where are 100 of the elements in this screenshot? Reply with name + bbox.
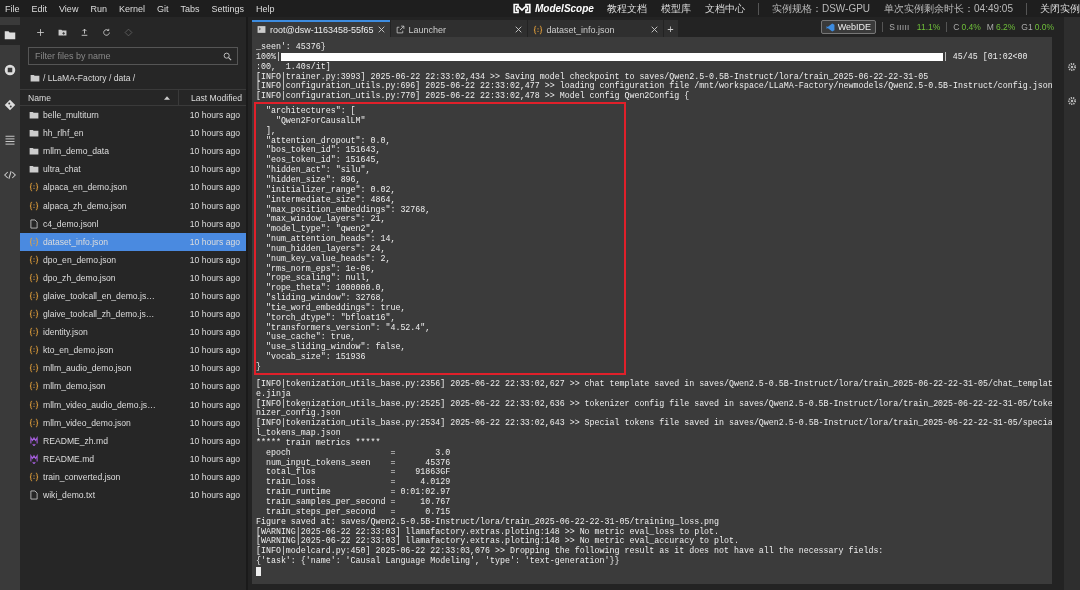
column-header[interactable]: Last Modified bbox=[190, 92, 242, 103]
breadcrumb[interactable]: / LLaMA-Factory / data / bbox=[43, 73, 136, 83]
brand-logo[interactable]: ModelScope bbox=[512, 3, 594, 14]
menu-item[interactable]: View bbox=[59, 3, 85, 14]
terminal-line: {'task': {'name': 'Causal Language Modeling', 'type': 'text-generation'}} bbox=[256, 556, 620, 566]
menu-item[interactable]: File bbox=[5, 3, 26, 14]
terminal-line: "vocab_size": 151936 bbox=[264, 352, 366, 362]
file-row[interactable]: mllm_video_audio_demo.js… 10 hours ago bbox=[20, 395, 246, 414]
column-header[interactable]: Name bbox=[28, 92, 164, 103]
file-row[interactable]: belle_multiturn 10 hours ago bbox=[20, 106, 246, 125]
new-tab-button[interactable]: + bbox=[663, 20, 678, 37]
stop-circle-icon[interactable] bbox=[4, 64, 16, 76]
menu-item[interactable]: Settings bbox=[211, 3, 250, 14]
terminal-line: "max_position_embeddings": 32768, bbox=[264, 204, 431, 215]
tab[interactable]: Launcher bbox=[390, 20, 527, 37]
folder-icon bbox=[29, 110, 39, 121]
terminal-line: train_runtime = 0:01:02.97 bbox=[264, 487, 451, 497]
menu-item[interactable]: Git bbox=[156, 3, 175, 14]
braces-icon bbox=[29, 327, 39, 338]
terminal-line: "use_cache": true, bbox=[264, 332, 356, 342]
terminal-line: ***** train metrics ***** bbox=[256, 437, 381, 448]
file-row[interactable]: dpo_en_demo.json 10 hours ago bbox=[20, 250, 246, 269]
nav-link[interactable]: 模型库 bbox=[660, 1, 691, 16]
close-icon[interactable] bbox=[514, 26, 522, 33]
file-row[interactable]: wiki_demo.txt 10 hours ago bbox=[20, 485, 246, 505]
file-row[interactable]: mllm_audio_demo.json 10 hours ago bbox=[20, 359, 246, 378]
file-name: mllm_demo_data bbox=[43, 146, 109, 157]
upload-icon[interactable] bbox=[80, 27, 89, 37]
filter-field[interactable]: Filter files by name bbox=[28, 47, 238, 65]
folder-icon bbox=[29, 128, 39, 139]
file-row[interactable]: alpaca_en_demo.json 10 hours ago bbox=[20, 178, 246, 197]
plus-icon[interactable] bbox=[36, 27, 45, 37]
tab[interactable]: root@dsw-1163458-55f65 bbox=[252, 20, 390, 37]
file-row[interactable]: train_converted.json 10 hours ago bbox=[20, 467, 246, 486]
file-row[interactable]: identity.json 10 hours ago bbox=[20, 323, 246, 342]
list-icon[interactable] bbox=[4, 134, 16, 146]
close-icon[interactable] bbox=[377, 26, 385, 33]
launch-icon bbox=[395, 25, 405, 34]
progress-percent: 100%| bbox=[256, 51, 281, 62]
terminal-line: [INFO|modelcard.py:450] 2025-06-22 22:33:03,076 >> Dropping the following result as it does not have all the necessary fields: bbox=[256, 546, 884, 556]
menu-item[interactable]: Run bbox=[90, 3, 113, 14]
markdown-icon bbox=[29, 435, 39, 446]
terminal-line: "rope_scaling": null, bbox=[264, 273, 371, 284]
terminal-line: "num_hidden_layers": 24, bbox=[264, 243, 386, 254]
file-row[interactable]: mllm_demo.json 10 hours ago bbox=[20, 377, 246, 396]
braces-icon bbox=[29, 399, 39, 410]
menu-item[interactable]: Kernel bbox=[118, 3, 151, 14]
terminal-line: "transformers_version": "4.52.4", bbox=[264, 322, 431, 332]
tab[interactable]: dataset_info.json bbox=[527, 20, 663, 37]
file-name: alpaca_zh_demo.json bbox=[43, 200, 127, 211]
file-row[interactable]: dpo_zh_demo.json 10 hours ago bbox=[20, 268, 246, 287]
file-row[interactable]: mllm_video_demo.json 10 hours ago bbox=[20, 413, 246, 432]
file-row[interactable]: glaive_toolcall_en_demo.js… 10 hours ago bbox=[20, 286, 246, 306]
terminal-panel[interactable] bbox=[252, 37, 1052, 584]
braces-icon bbox=[29, 471, 39, 482]
terminal-line: :00, 1.40s/it] bbox=[256, 61, 331, 72]
terminal-line: } bbox=[256, 362, 261, 372]
close-instance-button[interactable]: 关闭实例 bbox=[1040, 1, 1080, 16]
file-row[interactable]: alpaca_zh_demo.json 10 hours ago bbox=[20, 196, 246, 215]
menu-item[interactable]: Tabs bbox=[180, 3, 206, 14]
file-name: README.md bbox=[43, 453, 95, 464]
file-row[interactable]: ultra_chat 10 hours ago bbox=[20, 160, 246, 179]
file-row[interactable]: glaive_toolcall_zh_demo.js… 10 hours ago bbox=[20, 305, 246, 324]
nav-link[interactable]: 教程文档 bbox=[606, 1, 647, 16]
terminal-line: [WARNING|2025-06-22 22:33:03] llamafactory.extras.ploting:148 >> No metric eval_loss to plot. bbox=[256, 526, 720, 537]
file-row[interactable]: mllm_demo_data 10 hours ago bbox=[20, 142, 246, 161]
file-row[interactable]: README_zh.md 10 hours ago bbox=[20, 431, 246, 450]
modified-time: 10 hours ago bbox=[188, 363, 241, 374]
modified-time: 10 hours ago bbox=[188, 417, 241, 428]
file-row[interactable]: hh_rlhf_en 10 hours ago bbox=[20, 124, 246, 143]
braces-icon bbox=[29, 200, 39, 211]
refresh-icon[interactable] bbox=[102, 27, 111, 37]
modified-time: 10 hours ago bbox=[188, 471, 241, 482]
markdown-icon bbox=[29, 453, 39, 464]
git-icon[interactable] bbox=[4, 99, 16, 111]
nav-link[interactable]: 文档中心 bbox=[704, 1, 745, 16]
terminal-line: [INFO|configuration_utils.py:696] 2025-06-22 22:33:02,477 >> loading configuration file /mnt/workspace/LLaMA-Factory/newmodels/Qwen2.5-0.5B-Instruct/config.json bbox=[256, 81, 1052, 92]
file-row[interactable]: README.md 10 hours ago bbox=[20, 449, 246, 468]
new-folder-icon[interactable] bbox=[58, 27, 67, 37]
file-name: dpo_en_demo.json bbox=[43, 254, 117, 265]
code-icon[interactable] bbox=[4, 169, 16, 181]
menu-item[interactable]: Help bbox=[256, 3, 281, 14]
gear-icon[interactable] bbox=[1067, 96, 1077, 106]
gear-icon[interactable] bbox=[1067, 62, 1077, 72]
file-name: mllm_audio_demo.json bbox=[43, 363, 132, 374]
modified-time: 10 hours ago bbox=[188, 182, 241, 193]
menu-item[interactable]: Edit bbox=[31, 3, 54, 14]
file-row[interactable]: c4_demo.jsonl 10 hours ago bbox=[20, 214, 246, 233]
file-row[interactable]: kto_en_demo.json 10 hours ago bbox=[20, 341, 246, 360]
file-name: dataset_info.json bbox=[43, 236, 108, 247]
terminal-line: l_tokens_map.json bbox=[256, 428, 341, 438]
close-icon[interactable] bbox=[650, 26, 658, 33]
webide-button[interactable]: WebIDE bbox=[820, 20, 877, 34]
folder-icon[interactable] bbox=[4, 29, 16, 41]
file-name: alpaca_en_demo.json bbox=[43, 182, 128, 193]
modified-time: 10 hours ago bbox=[188, 381, 241, 392]
search-icon bbox=[223, 51, 232, 61]
stat-label: S bbox=[889, 22, 895, 32]
terminal-line: [WARNING|2025-06-22 22:33:03] llamafactory.extras.ploting:148 >> No metric eval_accuracy to plot. bbox=[256, 536, 739, 547]
stat-label: C bbox=[953, 22, 960, 32]
